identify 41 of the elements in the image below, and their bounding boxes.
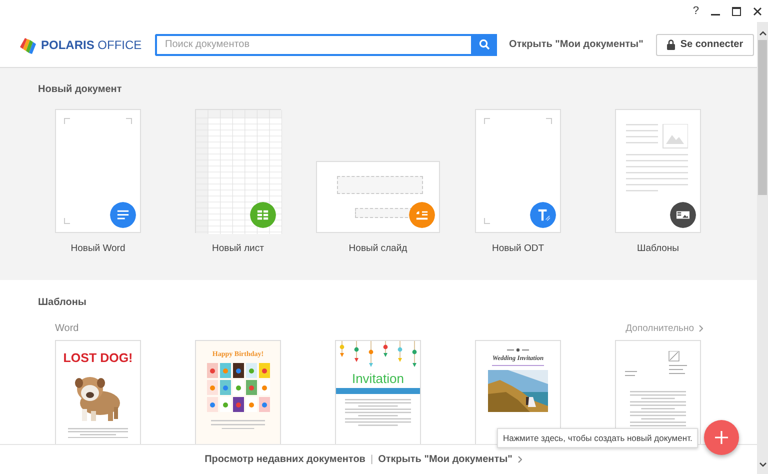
scroll-down-icon[interactable] (758, 462, 766, 468)
template-heading: Invitation (352, 371, 404, 386)
scroll-up-icon[interactable] (758, 30, 766, 36)
template-thumbnail[interactable]: LOST DOG! (55, 340, 141, 444)
chevron-right-icon (518, 456, 522, 463)
blank-page-thumbnail[interactable] (55, 109, 141, 233)
tooltip: Нажмите здесь, чтобы создать новый документ. (497, 428, 698, 448)
recent-documents-link[interactable]: Просмотр недавних документов (204, 454, 366, 465)
ornament-icon (506, 348, 530, 352)
text-lines-drawing (345, 399, 411, 426)
logo-text: POLARIS OFFICE (41, 38, 142, 52)
template-page-thumbnail[interactable] (615, 109, 701, 233)
open-documents-link[interactable]: Открыть "Мои документы" (509, 39, 644, 50)
section-title: Шаблоны (38, 297, 88, 309)
text-lines-drawing (211, 420, 265, 430)
subtitle-line (492, 365, 544, 367)
lock-icon (667, 39, 676, 50)
subtitle-placeholder-box (355, 208, 413, 218)
document-type-label: Новый ODT (492, 243, 544, 254)
chevron-right-icon (699, 325, 703, 332)
document-type-label: Шаблоны (636, 243, 679, 254)
text-lines-drawing (68, 428, 128, 438)
search-field[interactable]: Поиск документов (155, 34, 471, 56)
help-button[interactable]: ? (692, 6, 699, 16)
section-title: Новый документ (38, 84, 123, 96)
card-grid-drawing (206, 363, 270, 412)
template-heading: LOST DOG! (63, 351, 133, 365)
blank-page-thumbnail[interactable] (475, 109, 561, 233)
scrollbar-thumb[interactable] (758, 40, 767, 195)
login-button[interactable]: Se connecter (656, 34, 754, 56)
open-documents-link[interactable]: Открыть "Мои документы" (378, 454, 522, 465)
document-type-label: Новый слайд (348, 243, 408, 254)
separator: | (370, 454, 374, 465)
page-layout-drawing (626, 124, 688, 192)
close-icon[interactable] (753, 6, 762, 16)
category-label: Word (55, 323, 79, 334)
search-icon[interactable] (471, 34, 497, 56)
slide-thumbnail[interactable] (316, 161, 440, 233)
document-type-label: Новый Word (70, 243, 126, 254)
document-type-label: Новый лист (212, 243, 264, 254)
maximize-icon[interactable] (732, 6, 741, 16)
